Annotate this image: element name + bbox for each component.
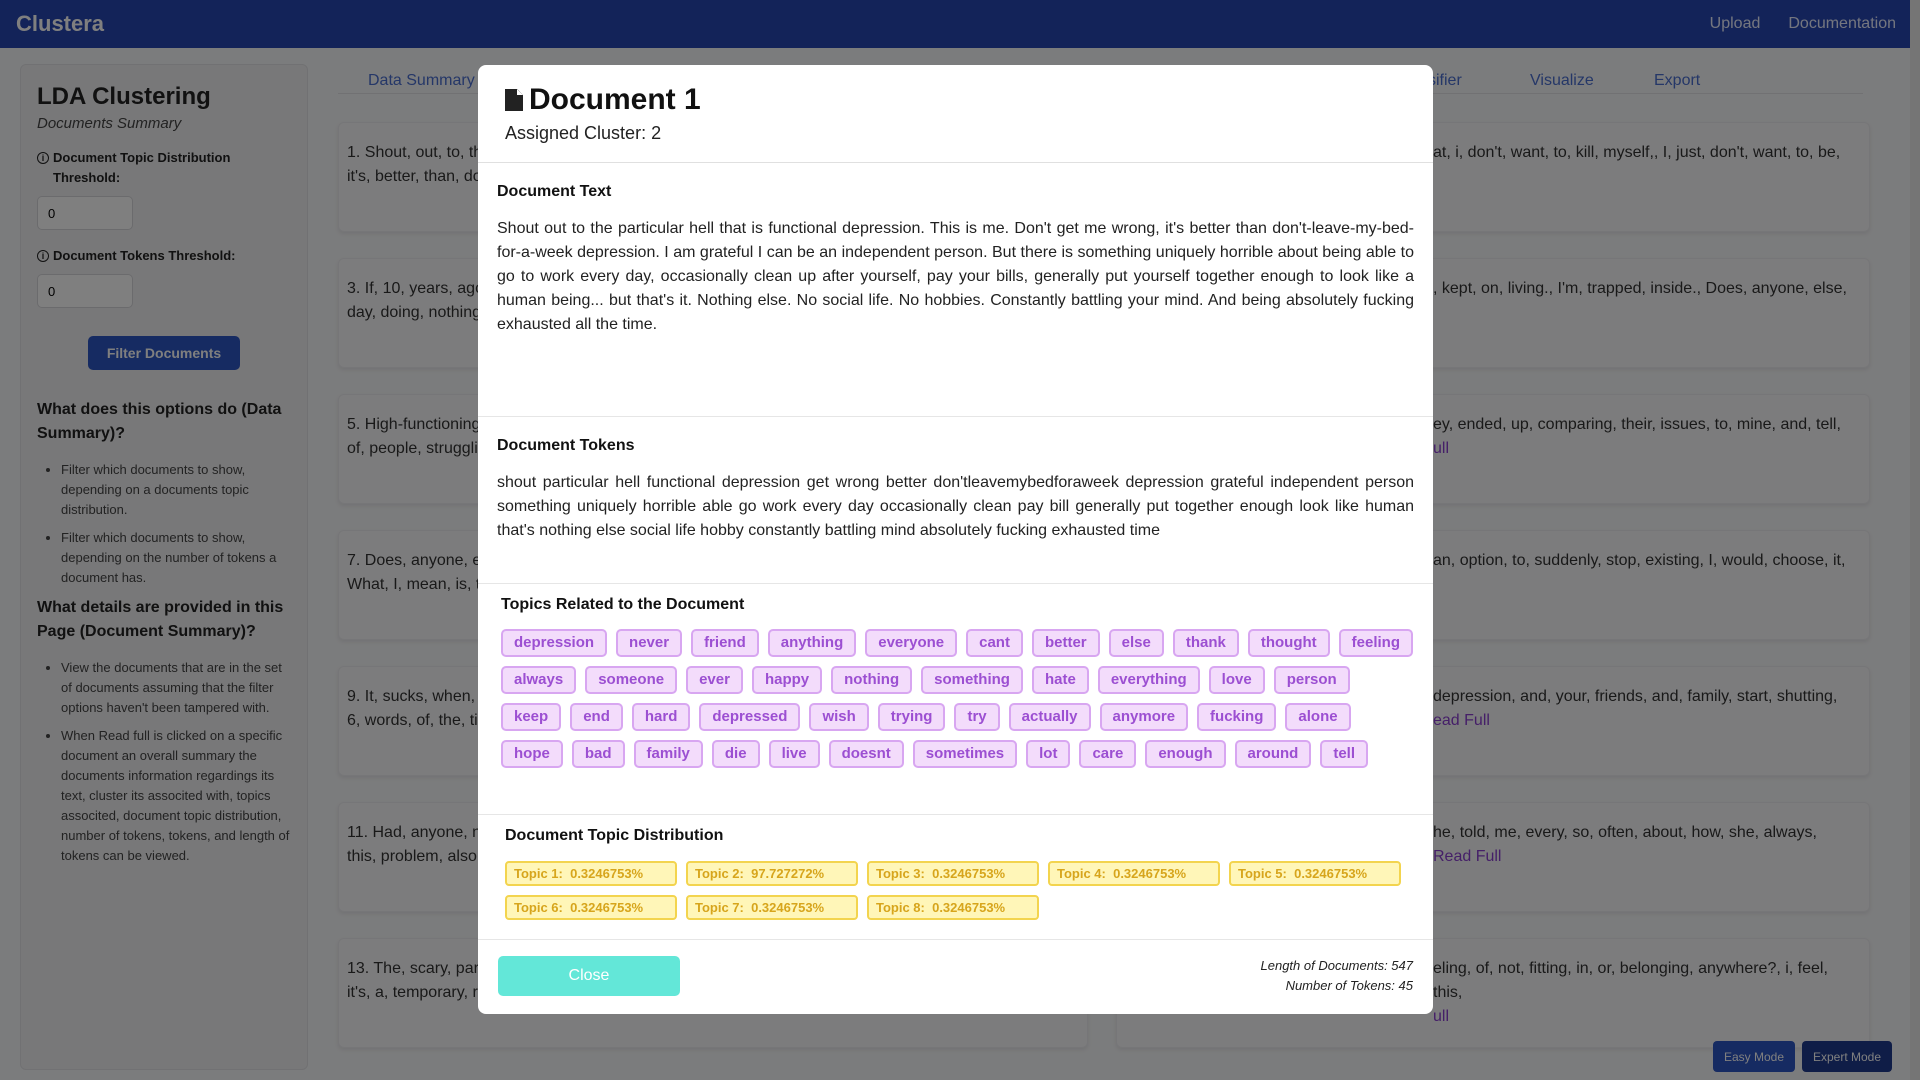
- topic-distribution-badge: Topic 2: 97.727272%: [686, 861, 858, 886]
- modal-footer: Close Length of Documents: 547 Number of…: [478, 938, 1433, 1014]
- topic-tag[interactable]: happy: [751, 666, 823, 694]
- related-topics-section: Topics Related to the Document depressio…: [478, 584, 1433, 815]
- token-count: Number of Tokens: 45: [1285, 978, 1413, 993]
- topic-tag[interactable]: sometimes: [912, 740, 1018, 768]
- topic-tag[interactable]: die: [711, 740, 760, 768]
- topic-distribution-list: Topic 1: 0.3246753% Topic 2: 97.727272% To…: [505, 861, 1414, 920]
- topic-tag[interactable]: never: [616, 629, 683, 657]
- topic-distribution-badge: Topic 1: 0.3246753%: [505, 861, 677, 886]
- topic-tag[interactable]: person: [1273, 666, 1350, 694]
- topic-tag[interactable]: else: [1108, 629, 1164, 657]
- topic-distribution-badge: Topic 8: 0.3246753%: [867, 895, 1039, 920]
- topic-tag[interactable]: bad: [571, 740, 625, 768]
- topic-tag[interactable]: better: [1031, 629, 1100, 657]
- topic-tag[interactable]: wish: [809, 703, 869, 731]
- topic-tag[interactable]: thought: [1247, 629, 1330, 657]
- topic-tag[interactable]: live: [768, 740, 820, 768]
- topic-tag[interactable]: hate: [1031, 666, 1089, 694]
- topic-tag[interactable]: depression: [501, 629, 608, 657]
- topic-tag[interactable]: thank: [1172, 629, 1239, 657]
- document-length: Length of Documents: 547: [1260, 958, 1414, 973]
- topic-tag[interactable]: anything: [767, 629, 857, 657]
- topic-tag[interactable]: feeling: [1338, 629, 1414, 657]
- document-icon: [505, 89, 523, 111]
- topic-tag[interactable]: doesnt: [828, 740, 904, 768]
- topic-tag[interactable]: ever: [686, 666, 743, 694]
- topic-tag[interactable]: hard: [631, 703, 691, 731]
- document-stats: Length of Documents: 547 Number of Token…: [1261, 956, 1414, 996]
- topic-tag[interactable]: love: [1208, 666, 1265, 694]
- topic-tag[interactable]: friend: [691, 629, 759, 657]
- topic-tag[interactable]: tell: [1320, 740, 1369, 768]
- document-tokens: shout particular hell functional depress…: [497, 474, 1414, 539]
- topic-tag[interactable]: alone: [1285, 703, 1351, 731]
- section-title: Topics Related to the Document: [501, 596, 745, 613]
- topic-tag[interactable]: everything: [1097, 666, 1200, 694]
- topic-tag[interactable]: try: [954, 703, 1000, 731]
- topic-tag[interactable]: keep: [501, 703, 562, 731]
- section-title: Document Tokens: [497, 437, 635, 454]
- topic-tag-list: depression never friend anything everyone can…: [501, 629, 1414, 768]
- topic-tag[interactable]: care: [1079, 740, 1137, 768]
- topic-tag[interactable]: enough: [1145, 740, 1226, 768]
- topic-tag[interactable]: someone: [585, 666, 678, 694]
- close-button[interactable]: Close: [498, 956, 680, 996]
- document-text: Shout out to the particular hell that is…: [497, 220, 1414, 333]
- topic-tag[interactable]: lot: [1026, 740, 1071, 768]
- topic-distribution-badge: Topic 6: 0.3246753%: [505, 895, 677, 920]
- topic-distribution-badge: Topic 7: 0.3246753%: [686, 895, 858, 920]
- topic-tag[interactable]: depressed: [699, 703, 801, 731]
- topic-tag[interactable]: something: [921, 666, 1023, 694]
- document-modal: Document 1 Assigned Cluster: 2 Document …: [478, 65, 1433, 1014]
- topic-distribution-badge: Topic 4: 0.3246753%: [1048, 861, 1220, 886]
- document-tokens-section: Document Tokens shout particular hell fu…: [478, 417, 1433, 584]
- topic-tag[interactable]: family: [633, 740, 703, 768]
- topic-distribution-section: Document Topic Distribution Topic 1: 0.3…: [478, 815, 1433, 940]
- topic-tag[interactable]: nothing: [831, 666, 913, 694]
- section-title: Document Text: [497, 183, 612, 200]
- topic-tag[interactable]: fucking: [1197, 703, 1277, 731]
- topic-tag[interactable]: cant: [966, 629, 1023, 657]
- assigned-cluster: Assigned Cluster: 2: [505, 123, 662, 143]
- topic-tag[interactable]: actually: [1008, 703, 1091, 731]
- topic-tag[interactable]: end: [570, 703, 623, 731]
- topic-distribution-badge: Topic 5: 0.3246753%: [1229, 861, 1401, 886]
- topic-tag[interactable]: around: [1234, 740, 1312, 768]
- section-title: Document Topic Distribution: [505, 827, 724, 844]
- topic-tag[interactable]: everyone: [865, 629, 958, 657]
- modal-header: Document 1 Assigned Cluster: 2: [478, 65, 1433, 163]
- topic-distribution-badge: Topic 3: 0.3246753%: [867, 861, 1039, 886]
- topic-tag[interactable]: trying: [877, 703, 946, 731]
- topic-tag[interactable]: anymore: [1099, 703, 1189, 731]
- document-text-section: Document Text Shout out to the particula…: [478, 163, 1433, 417]
- topic-tag[interactable]: hope: [501, 740, 563, 768]
- topic-tag[interactable]: always: [501, 666, 577, 694]
- modal-title: Document 1: [505, 83, 1406, 117]
- modal-title-text: Document 1: [529, 83, 701, 116]
